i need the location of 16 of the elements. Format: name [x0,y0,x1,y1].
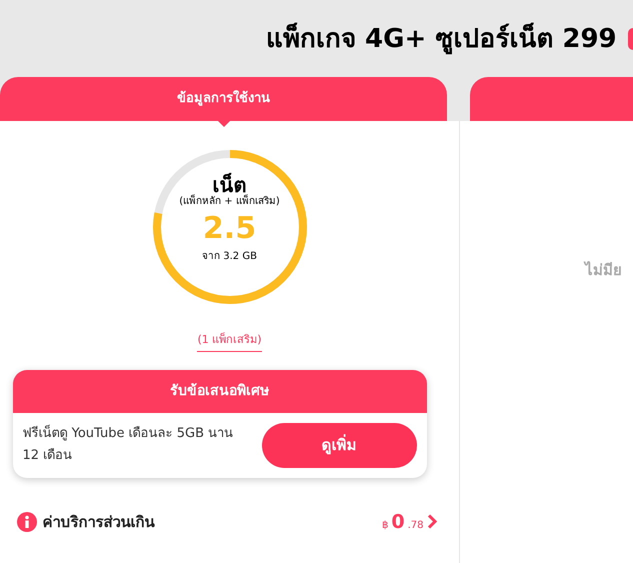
gauge-subtitle: (แพ็กหลัก + แพ็กเสริม) [179,196,280,208]
tab-pointer-icon [216,120,230,127]
see-more-button[interactable]: ดูเพิ่ม [262,422,416,468]
overage-amount[interactable]: ฿0.78 [382,508,424,536]
offer-text: ฟรีเน็ตดู YouTube เดือนละ 5GB นาน 12 เดือน [22,424,234,465]
offer-title: รับข้อเสนอพิเศษ [170,382,269,400]
gauge-title: เน็ต [212,174,246,196]
status-icon [628,28,633,50]
info-icon [16,512,36,532]
chevron-right-icon[interactable] [426,514,436,530]
package-title: แพ็กเกจ 4G+ ซูเปอร์เน็ต 299 [266,22,617,56]
remaining-value: 2.5 [202,210,256,248]
overage-label: ค่าบริการส่วนเกิน [42,512,154,532]
addon-link[interactable]: (1 แพ็กเสริม) [197,332,262,352]
empty-message: ไม่มีย [585,260,622,281]
total-quota: จาก 3.2 GB [202,250,257,264]
